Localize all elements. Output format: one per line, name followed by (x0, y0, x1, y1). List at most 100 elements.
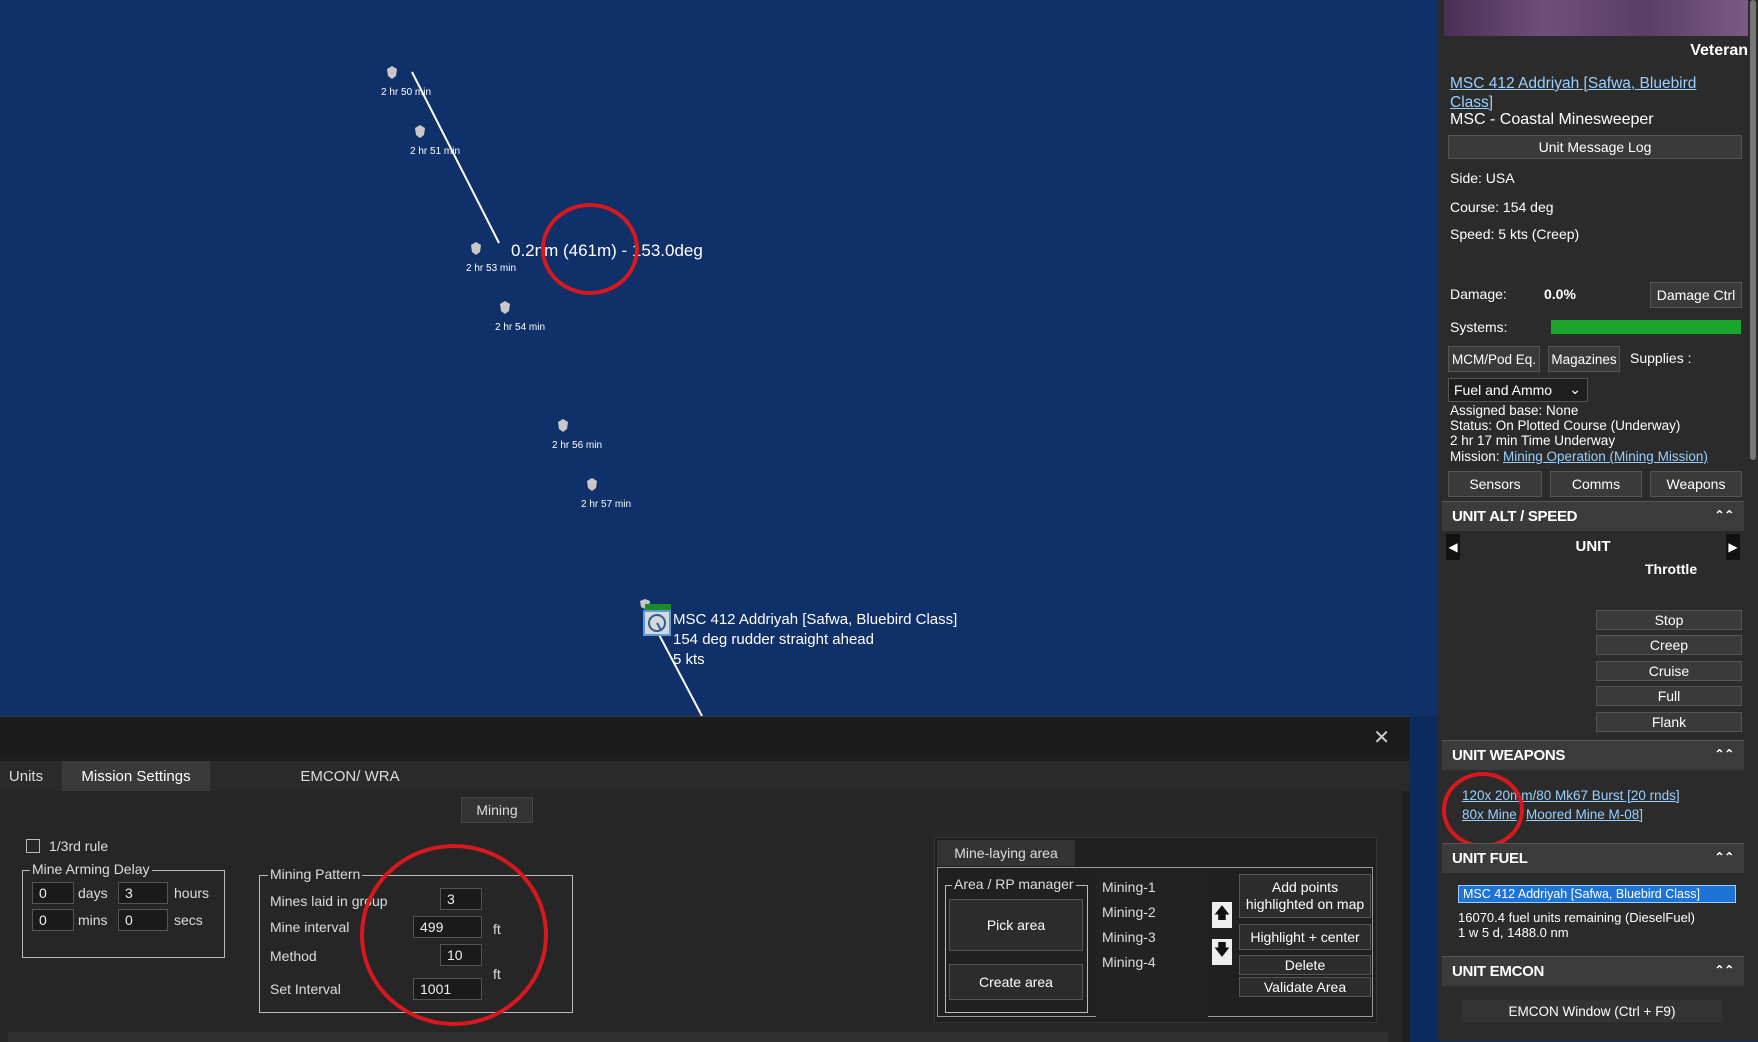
unit-status-panel: Veteran MSC 412 Addriyah [Safwa, Bluebir… (1438, 0, 1758, 1041)
waypoint-icon[interactable] (557, 419, 568, 432)
tab-bar (0, 761, 1410, 791)
unit-emcon-header[interactable]: UNIT EMCON ⌃⌃ (1442, 956, 1744, 986)
sensors-button[interactable]: Sensors (1448, 471, 1542, 497)
annotation-circle (360, 844, 548, 1026)
section-title: UNIT EMCON (1452, 963, 1544, 980)
arming-secs-input[interactable]: 0 (118, 909, 168, 931)
close-icon[interactable]: ✕ (1373, 725, 1390, 750)
pick-area-button[interactable]: Pick area (949, 899, 1083, 951)
unit-fuel-header[interactable]: UNIT FUEL ⌃⌃ (1442, 843, 1744, 873)
unit-name-label: MSC 412 Addriyah [Safwa, Bluebird Class] (673, 611, 958, 628)
area-list-item[interactable]: Mining-1 (1102, 879, 1156, 895)
move-up-icon[interactable]: 🡅 (1212, 902, 1232, 928)
weapons-button[interactable]: Weapons (1650, 471, 1742, 497)
tab-mining[interactable]: Mining (461, 797, 533, 823)
hours-label: hours (174, 885, 210, 901)
delete-area-button[interactable]: Delete (1239, 955, 1371, 975)
throttle-flank-button[interactable]: Flank (1596, 712, 1742, 732)
collapse-icon[interactable]: ⌃⌃ (1714, 963, 1734, 977)
waypoint-icon[interactable] (586, 478, 597, 491)
chevron-down-icon: ⌄ (1569, 381, 1581, 397)
arming-days-input[interactable]: 0 (32, 882, 74, 904)
throttle-creep-button[interactable]: Creep (1596, 635, 1742, 655)
arrow-right-icon[interactable]: ▶ (1726, 534, 1740, 560)
unit-image (1444, 0, 1748, 36)
unit-name-link[interactable]: MSC 412 Addriyah [Safwa, Bluebird Class] (1450, 74, 1740, 112)
collapse-icon[interactable]: ⌃⌃ (1714, 508, 1734, 522)
panel-scrollbar[interactable] (1750, 0, 1756, 460)
waypoint-label: 2 hr 54 min (495, 322, 546, 333)
tab-mine-laying-area[interactable]: Mine-laying area (937, 840, 1075, 866)
tab-mission-settings[interactable]: Mission Settings (62, 761, 210, 791)
fuel-unit-item[interactable]: MSC 412 Addriyah [Safwa, Bluebird Class] (1458, 885, 1736, 903)
weapon-link-mine-type[interactable]: Moored Mine M-08] (1526, 807, 1643, 822)
waypoint-label: 2 hr 50 min (381, 87, 432, 98)
throttle-full-button[interactable]: Full (1596, 686, 1742, 706)
fuel-endurance: 1 w 5 d, 1488.0 nm (1458, 925, 1569, 940)
mission-editor-dialog: ✕ Units Mission Settings EMCON/ WRA Mini… (0, 716, 1410, 1042)
highlight-center-button[interactable]: Highlight + center (1239, 924, 1371, 950)
mine-arming-delay-legend: Mine Arming Delay (30, 861, 152, 877)
mission-link[interactable]: Mining Operation (Mining Mission) (1503, 449, 1708, 464)
collapse-icon[interactable]: ⌃⌃ (1714, 747, 1734, 761)
tab-emcon-wra[interactable]: EMCON/ WRA (280, 761, 420, 791)
damage-value: 0.0% (1544, 286, 1576, 302)
validate-area-button[interactable]: Validate Area (1239, 977, 1371, 997)
ship-unit-icon[interactable] (643, 610, 671, 636)
collapse-icon[interactable]: ⌃⌃ (1714, 850, 1734, 864)
supplies-label: Supplies : (1630, 350, 1692, 366)
course-lines (411, 71, 703, 716)
mining-pattern-legend: Mining Pattern (268, 866, 363, 882)
supplies-select[interactable]: Fuel and Ammo ⌄ (1448, 378, 1588, 402)
crew-rank: Veteran (1690, 42, 1748, 59)
time-underway: 2 hr 17 min Time Underway (1450, 433, 1616, 448)
waypoint-label: 2 hr 51 min (410, 146, 461, 157)
waypoint-icon[interactable] (386, 66, 397, 79)
area-list-item[interactable]: Mining-2 (1102, 904, 1156, 920)
waypoint-label: 2 hr 53 min (466, 263, 517, 274)
systems-health-bar (1551, 320, 1741, 334)
waypoint-icon[interactable] (470, 242, 481, 255)
unit-message-log-button[interactable]: Unit Message Log (1448, 135, 1742, 159)
mine-interval-label: Mine interval (270, 919, 350, 935)
comms-button[interactable]: Comms (1550, 471, 1642, 497)
throttle-cruise-button[interactable]: Cruise (1596, 661, 1742, 681)
set-interval-label: Set Interval (270, 981, 341, 997)
waypoint-icon[interactable] (414, 125, 425, 138)
unit-selector: ◀ UNIT ▶ (1446, 534, 1740, 560)
mins-label: mins (78, 912, 108, 928)
unit-status: Status: On Plotted Course (Underway) (1450, 418, 1681, 433)
move-down-icon[interactable]: 🡇 (1212, 939, 1232, 965)
arming-mins-input[interactable]: 0 (32, 909, 74, 931)
method-label: Method (270, 948, 317, 964)
supplies-select-value: Fuel and Ammo (1454, 382, 1553, 398)
add-points-button[interactable]: Add points highlighted on map (1239, 874, 1371, 918)
unit-type: MSC - Coastal Minesweeper (1450, 111, 1654, 128)
third-rule-checkbox[interactable] (26, 839, 40, 853)
secs-label: secs (174, 912, 203, 928)
days-label: days (78, 885, 108, 901)
mcm-pod-button[interactable]: MCM/Pod Eq. (1448, 346, 1540, 372)
waypoint-label: 2 hr 57 min (581, 499, 632, 510)
unit-alt-speed-header[interactable]: UNIT ALT / SPEED ⌃⌃ (1442, 501, 1744, 531)
create-area-button[interactable]: Create area (949, 964, 1083, 1000)
dialog-titlebar (0, 717, 1410, 755)
area-list-item[interactable]: Mining-3 (1102, 929, 1156, 945)
waypoint-icon[interactable] (499, 301, 510, 314)
section-title: UNIT ALT / SPEED (1452, 508, 1578, 525)
unit-weapons-header[interactable]: UNIT WEAPONS ⌃⌃ (1442, 740, 1744, 770)
area-list-item[interactable]: Mining-4 (1102, 954, 1156, 970)
throttle-stop-button[interactable]: Stop (1596, 610, 1742, 630)
damage-ctrl-button[interactable]: Damage Ctrl (1650, 282, 1742, 308)
section-title: UNIT WEAPONS (1452, 747, 1566, 764)
unit-course: Course: 154 deg (1450, 199, 1554, 215)
emcon-window-button[interactable]: EMCON Window (Ctrl + F9) (1462, 1000, 1722, 1022)
fuel-remaining: 16070.4 fuel units remaining (DieselFuel… (1458, 910, 1696, 925)
arrow-left-icon[interactable]: ◀ (1446, 534, 1460, 560)
tab-units[interactable]: Units (0, 761, 52, 791)
arming-hours-input[interactable]: 3 (118, 882, 168, 904)
magazines-button[interactable]: Magazines (1548, 346, 1620, 372)
unit-selector-label: UNIT (1575, 538, 1611, 555)
tactical-map[interactable]: 2 hr 50 min 2 hr 51 min 2 hr 53 min 2 hr… (0, 0, 1440, 716)
unit-side: Side: USA (1450, 170, 1515, 186)
